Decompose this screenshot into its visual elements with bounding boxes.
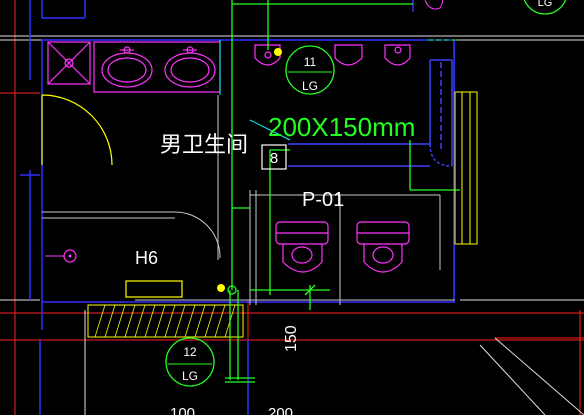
duct-size-label: 200X150mm — [268, 112, 415, 142]
riser-bottom-type: LG — [182, 369, 198, 383]
mop-sink — [47, 41, 91, 85]
equipment-tag: P-01 — [302, 189, 344, 211]
hatched-wall — [87, 304, 244, 338]
urinal-2 — [334, 44, 363, 66]
right-cabinet — [454, 91, 478, 245]
washbasin-1 — [101, 46, 153, 88]
bottom-dim-200: 200 — [268, 405, 293, 415]
equipment-box — [125, 280, 183, 298]
riser-top-number: 11 — [304, 55, 317, 69]
riser-bubble-bottom: 12 LG — [165, 337, 215, 387]
floor-drain-icon — [45, 249, 77, 263]
riser-bubble-top: 11 LG — [285, 45, 335, 95]
riser-bottom-number: 12 — [183, 345, 197, 359]
cad-drawing: 11 LG 12 LG LG 8 男卫生间 200X150mm P-01 H6 … — [0, 0, 584, 415]
urinal-3 — [384, 44, 411, 66]
dimension-150: 150 — [283, 325, 300, 352]
room-name: 男卫生间 — [160, 133, 248, 158]
squat-toilet-2 — [356, 221, 410, 273]
outer-wall-lines — [0, 35, 584, 415]
bottom-dim-100: 100 — [170, 405, 195, 415]
riser-top-type: LG — [302, 79, 318, 93]
riser-corner-type: LG — [538, 0, 553, 9]
squat-toilet-1 — [275, 221, 329, 273]
door — [41, 94, 113, 166]
area-label: H6 — [135, 248, 158, 268]
duct-tag: 8 — [261, 144, 287, 170]
washbasin-2 — [164, 46, 216, 88]
duct-tag-number: 8 — [270, 150, 278, 167]
corner-fixture — [424, 0, 443, 10]
riser-bubble-corner: LG — [523, 0, 567, 15]
